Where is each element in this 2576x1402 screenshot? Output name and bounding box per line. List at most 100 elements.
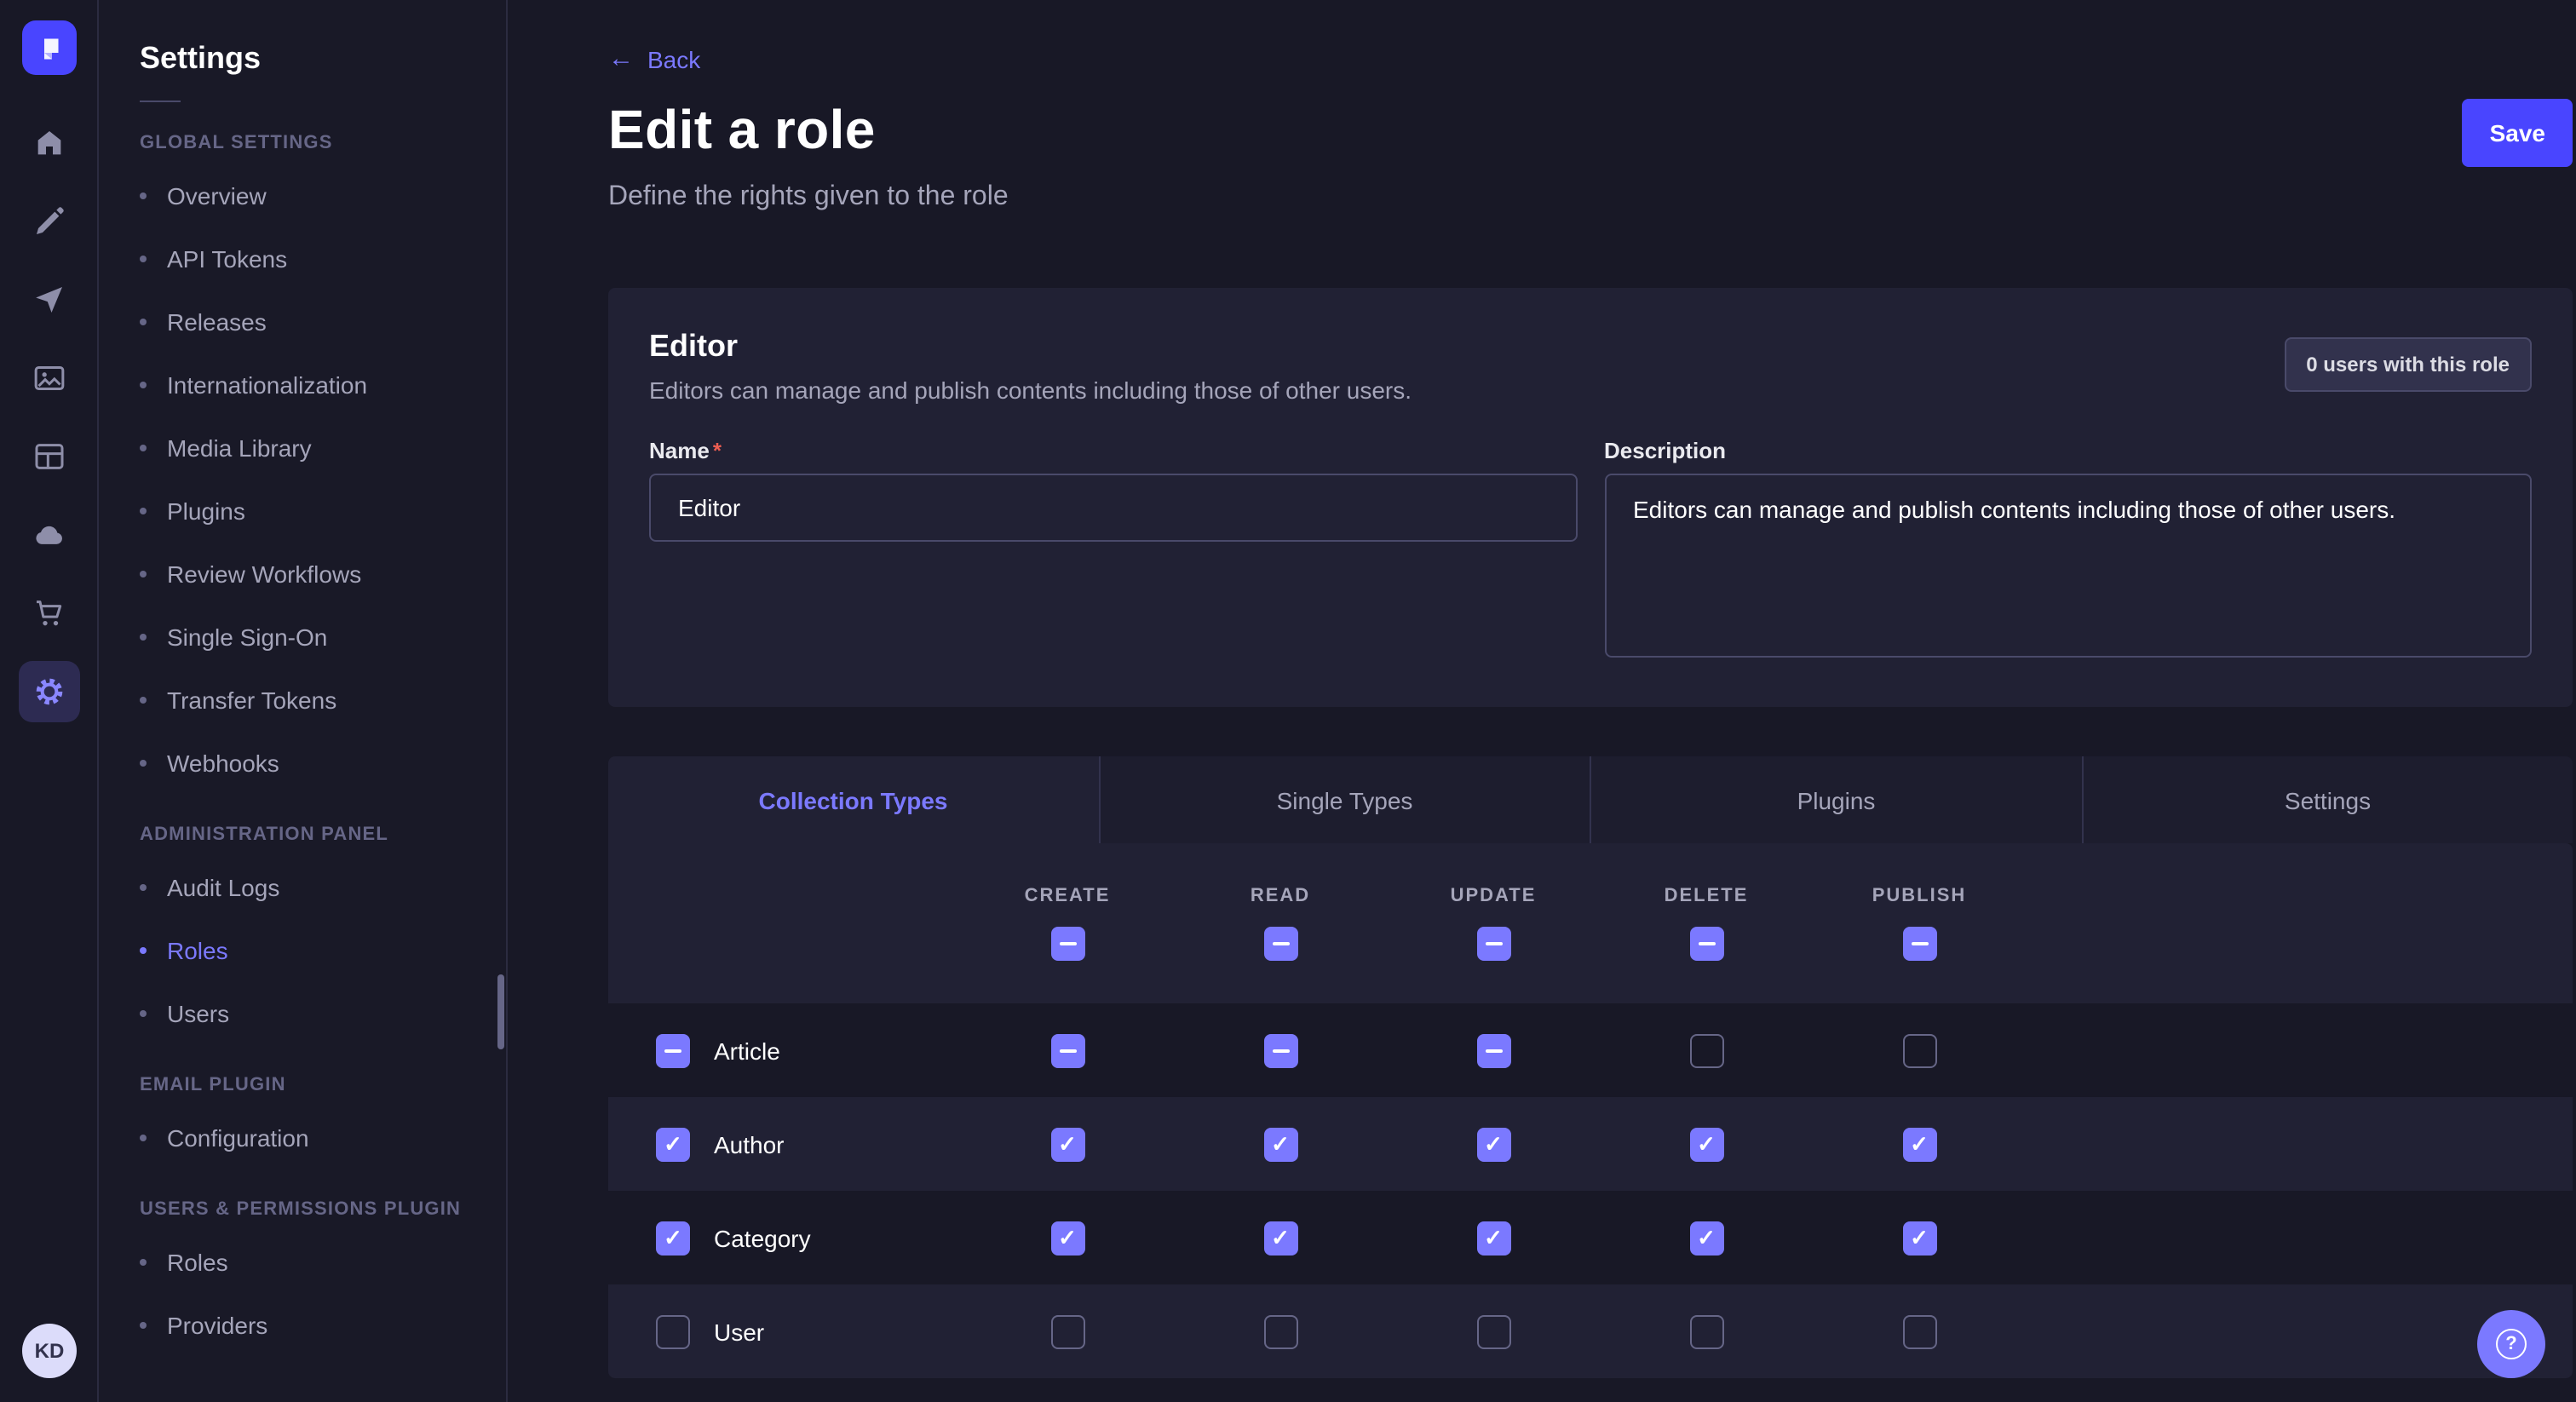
perm-checkbox-author-update[interactable] xyxy=(1476,1127,1510,1161)
perm-checkbox-user-update[interactable] xyxy=(1476,1314,1510,1348)
bullet-icon xyxy=(140,381,147,388)
permission-row-article: Article xyxy=(608,1003,2573,1097)
perm-checkbox-article-publish[interactable] xyxy=(1902,1033,1936,1067)
tab-settings[interactable]: Settings xyxy=(2081,756,2573,843)
sidebar-item-releases[interactable]: Releases xyxy=(99,290,506,353)
sidebar-item-label: Overview xyxy=(167,181,267,209)
perm-checkbox-article-read[interactable] xyxy=(1263,1033,1297,1067)
users-with-role-badge[interactable]: 0 users with this role xyxy=(2284,337,2532,392)
master-checkbox-create[interactable] xyxy=(1050,927,1084,961)
column-read: READ xyxy=(1174,886,1387,961)
sidebar-item-api-tokens[interactable]: API Tokens xyxy=(99,227,506,290)
column-publish: PUBLISH xyxy=(1813,886,2026,961)
row-checkbox-author[interactable] xyxy=(656,1127,690,1161)
row-label-cell: Author xyxy=(608,1127,961,1161)
column-label: UPDATE xyxy=(1451,886,1537,906)
back-link[interactable]: ← Back xyxy=(608,45,700,72)
column-update: UPDATE xyxy=(1387,886,1600,961)
tab-plugins[interactable]: Plugins xyxy=(1590,756,2081,843)
sidebar-item-label: Single Sign-On xyxy=(167,623,327,650)
sidebar-item-media-library[interactable]: Media Library xyxy=(99,416,506,479)
sidebar-section-email-plugin: EMAIL PLUGIN xyxy=(140,1075,465,1095)
strapi-logo[interactable] xyxy=(21,20,76,75)
bullet-icon xyxy=(140,1009,147,1016)
media-library-icon[interactable] xyxy=(18,348,79,409)
perm-checkbox-user-publish[interactable] xyxy=(1902,1314,1936,1348)
perm-checkbox-user-read[interactable] xyxy=(1263,1314,1297,1348)
settings-gear-icon[interactable] xyxy=(18,661,79,722)
page-subtitle: Define the rights given to the role xyxy=(608,182,2573,213)
tab-single-types[interactable]: Single Types xyxy=(1098,756,1590,843)
sidebar-item-webhooks[interactable]: Webhooks xyxy=(99,731,506,794)
sidebar-scrollbar[interactable] xyxy=(497,974,504,1049)
home-icon[interactable] xyxy=(18,112,79,174)
settings-sidebar: Settings GLOBAL SETTINGS Overview API To… xyxy=(99,0,508,1402)
sidebar-item-providers[interactable]: Providers xyxy=(99,1293,506,1356)
description-textarea[interactable]: Editors can manage and publish contents … xyxy=(1604,474,2532,658)
paper-plane-icon[interactable] xyxy=(18,269,79,330)
sidebar-item-single-sign-on[interactable]: Single Sign-On xyxy=(99,605,506,668)
name-input[interactable] xyxy=(649,474,1577,542)
bullet-icon xyxy=(140,633,147,640)
avatar[interactable]: KD xyxy=(22,1324,77,1378)
perm-checkbox-article-delete[interactable] xyxy=(1689,1033,1723,1067)
back-label: Back xyxy=(647,45,700,72)
row-checkbox-article[interactable] xyxy=(656,1033,690,1067)
sidebar-item-label: Roles xyxy=(167,1248,228,1275)
row-checkbox-category[interactable] xyxy=(656,1221,690,1255)
bullet-icon xyxy=(140,883,147,890)
bullet-icon xyxy=(140,1321,147,1328)
sidebar-item-audit-logs[interactable]: Audit Logs xyxy=(99,855,506,918)
layout-icon[interactable] xyxy=(18,426,79,487)
master-checkbox-publish[interactable] xyxy=(1902,927,1936,961)
perm-checkbox-category-read[interactable] xyxy=(1263,1221,1297,1255)
sidebar-item-roles[interactable]: Roles xyxy=(99,918,506,981)
permission-row-user: User xyxy=(608,1284,2573,1378)
sidebar-item-label: Providers xyxy=(167,1311,267,1338)
perm-checkbox-article-update[interactable] xyxy=(1476,1033,1510,1067)
row-checkbox-user[interactable] xyxy=(656,1314,690,1348)
sidebar-item-configuration[interactable]: Configuration xyxy=(99,1106,506,1169)
perm-checkbox-category-publish[interactable] xyxy=(1902,1221,1936,1255)
sidebar-item-overview[interactable]: Overview xyxy=(99,164,506,227)
perm-checkbox-author-publish[interactable] xyxy=(1902,1127,1936,1161)
permissions-table: CREATE READ UPDATE DELETE xyxy=(608,843,2573,1378)
save-button[interactable]: Save xyxy=(2463,99,2573,167)
perm-checkbox-article-create[interactable] xyxy=(1050,1033,1084,1067)
back-arrow-icon: ← xyxy=(608,46,634,72)
bullet-icon xyxy=(140,255,147,261)
permission-row-author: Author xyxy=(608,1097,2573,1191)
perm-checkbox-author-delete[interactable] xyxy=(1689,1127,1723,1161)
master-checkbox-delete[interactable] xyxy=(1689,927,1723,961)
help-button[interactable]: ? xyxy=(2477,1310,2545,1378)
sidebar-item-transfer-tokens[interactable]: Transfer Tokens xyxy=(99,668,506,731)
sidebar-item-plugins[interactable]: Plugins xyxy=(99,479,506,542)
perm-checkbox-category-create[interactable] xyxy=(1050,1221,1084,1255)
sidebar-title: Settings xyxy=(140,41,506,77)
perm-checkbox-user-create[interactable] xyxy=(1050,1314,1084,1348)
sidebar-item-up-roles[interactable]: Roles xyxy=(99,1230,506,1293)
sidebar-item-internationalization[interactable]: Internationalization xyxy=(99,353,506,416)
row-label-cell: Article xyxy=(608,1033,961,1067)
perm-checkbox-user-delete[interactable] xyxy=(1689,1314,1723,1348)
sidebar-item-label: Users xyxy=(167,999,229,1026)
sidebar-item-review-workflows[interactable]: Review Workflows xyxy=(99,542,506,605)
perm-checkbox-category-delete[interactable] xyxy=(1689,1221,1723,1255)
master-checkbox-update[interactable] xyxy=(1476,927,1510,961)
sidebar-section-users-permissions-plugin: USERS & PERMISSIONS PLUGIN xyxy=(140,1199,465,1220)
perm-checkbox-category-update[interactable] xyxy=(1476,1221,1510,1255)
cart-icon[interactable] xyxy=(18,583,79,644)
sidebar-divider xyxy=(140,101,181,102)
master-checkbox-read[interactable] xyxy=(1263,927,1297,961)
name-field-group: Name* xyxy=(649,438,1577,666)
bullet-icon xyxy=(140,318,147,325)
permission-row-category: Category xyxy=(608,1191,2573,1284)
strapi-logo-glyph xyxy=(33,32,64,63)
perm-checkbox-author-create[interactable] xyxy=(1050,1127,1084,1161)
perm-checkbox-author-read[interactable] xyxy=(1263,1127,1297,1161)
sidebar-item-users[interactable]: Users xyxy=(99,981,506,1044)
pen-icon[interactable] xyxy=(18,191,79,252)
cloud-icon[interactable] xyxy=(18,504,79,566)
permissions-tabs: Collection Types Single Types Plugins Se… xyxy=(608,756,2573,843)
tab-collection-types[interactable]: Collection Types xyxy=(608,756,1098,843)
